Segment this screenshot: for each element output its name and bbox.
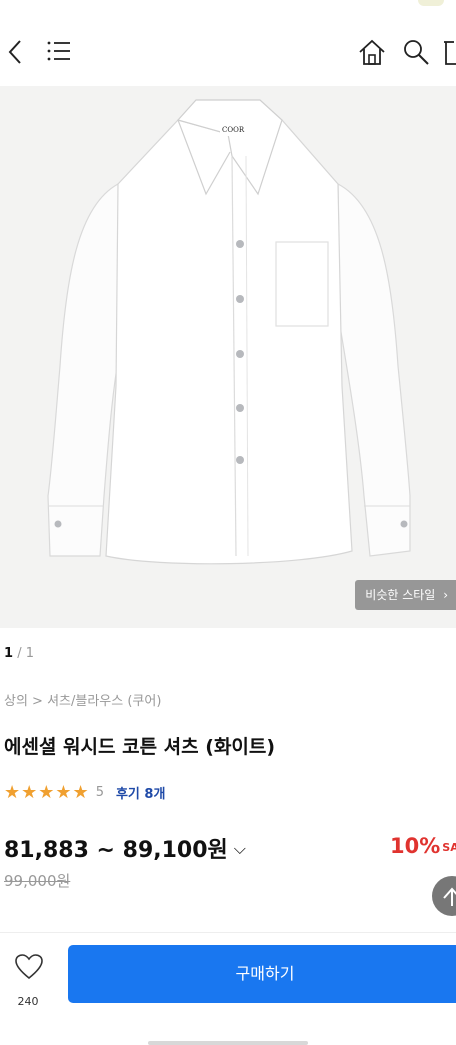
- scroll-to-top-button[interactable]: [432, 876, 456, 916]
- rating-count: 5: [95, 785, 104, 800]
- product-title: 에센셜 워시드 코튼 셔츠 (화이트): [4, 736, 276, 758]
- image-pager: 1 / 1: [4, 646, 34, 661]
- hamburger-menu-icon[interactable]: [46, 38, 72, 64]
- status-indicator: [418, 0, 444, 6]
- like-count: 240: [17, 995, 39, 1008]
- review-link[interactable]: 후기 8개: [116, 783, 165, 802]
- original-price: 99,000원: [4, 872, 71, 890]
- total-pages: / 1: [17, 646, 34, 661]
- white-shirt-illustration: [0, 86, 456, 628]
- current-page: 1: [4, 646, 14, 661]
- chevron-down-icon: ⌵: [233, 839, 246, 858]
- home-icon[interactable]: [358, 38, 386, 66]
- back-chevron-icon[interactable]: [6, 38, 26, 66]
- price-range[interactable]: 81,883 ~ 89,100원 ⌵: [4, 832, 246, 864]
- bottom-action-bar: 240 구매하기: [0, 932, 456, 1045]
- chevron-right-icon: ›: [443, 588, 448, 602]
- breadcrumb[interactable]: 상의 > 셔츠/블라우스 (쿠어): [4, 690, 161, 709]
- buy-button[interactable]: 구매하기: [68, 945, 456, 1003]
- star-rating-icon: ★★★★★: [4, 782, 90, 803]
- search-icon[interactable]: [402, 38, 430, 66]
- rating-row: ★★★★★ 5 후기 8개: [4, 782, 165, 803]
- discount-badge: 10% SA: [390, 834, 456, 858]
- arrow-up-icon: [443, 887, 456, 906]
- price-range-text: 81,883 ~ 89,100원: [4, 838, 228, 863]
- cart-icon[interactable]: [442, 38, 456, 66]
- like-button[interactable]: 240: [0, 943, 58, 1013]
- similar-style-label: 비슷한 스타일: [365, 588, 436, 602]
- heart-icon: [15, 954, 43, 980]
- similar-style-button[interactable]: 비슷한 스타일 ›: [355, 580, 456, 610]
- product-image[interactable]: COOR: [0, 86, 456, 628]
- top-navigation-bar: [0, 0, 456, 86]
- discount-suffix: SA: [442, 841, 456, 854]
- discount-rate: 10%: [390, 834, 441, 858]
- brand-label-logo: COOR: [222, 126, 245, 134]
